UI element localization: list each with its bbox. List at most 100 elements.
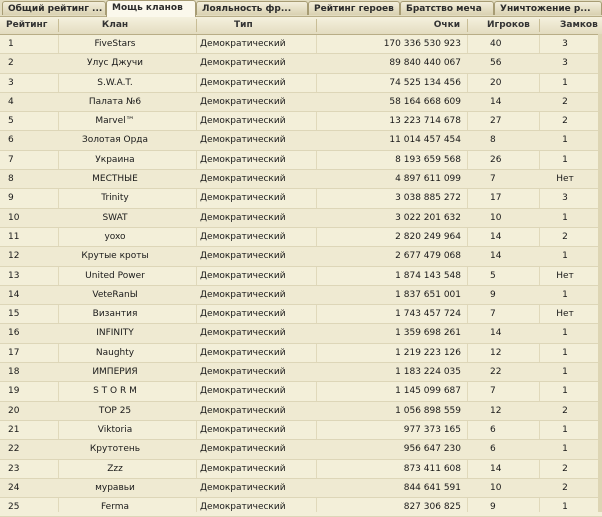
column-header-clan[interactable]: Клан [60,17,170,34]
table-row[interactable]: 16 INFINITY Демократический 1 359 698 261 14… [0,324,602,344]
clan-type-cell: Демократический [200,502,286,513]
clan-name-cell: Крутые кроты [81,251,149,262]
table-row[interactable]: 4 Палата №6 Демократический 58 164 668 609 1… [0,92,602,113]
points-cell: 2 677 479 068 [395,251,461,262]
column-header-players[interactable]: Игроков [487,17,530,34]
clan-type-cell: Демократический [200,463,286,474]
table-header: Рейтинг Клан Тип Очки Игроков Замков [0,17,602,35]
rank-cell: 22 [8,444,20,455]
table-row[interactable]: 20 TOP 25 Демократический 1 056 898 559 12 2 [0,401,602,421]
players-cell: 9 [490,289,496,300]
tab-loyalty[interactable]: Лояльность фр... [196,1,308,15]
table-row[interactable]: 17 Naughty Демократический 1 219 223 126 12 1 [0,344,602,364]
table-row[interactable]: 10 SWAT Демократический 3 022 201 632 10 1 [0,208,602,228]
rank-cell: 15 [8,309,20,320]
rank-cell: 23 [8,463,20,474]
players-cell: 17 [490,193,502,204]
points-cell: 13 223 714 678 [389,116,461,127]
rank-cell: 12 [8,251,20,262]
players-cell: 27 [490,116,502,127]
clan-name-cell: S.W.A.T. [97,77,133,88]
clan-name-cell: Zzz [107,463,123,474]
table-row[interactable]: 19 S T O R M Демократический 1 145 099 687 7… [0,382,602,402]
table-row[interactable]: 24 муравьи Демократический 844 641 591 10 2 [0,478,602,499]
rank-cell: 21 [8,424,20,435]
castles-cell: Нет [556,270,574,281]
column-header-castles[interactable]: Замков [560,17,598,34]
column-header-rank[interactable]: Рейтинг [6,17,47,34]
clan-type-cell: Демократический [200,270,286,281]
table-row[interactable]: 21 Viktoria Демократический 977 373 165 6 1 [0,421,602,441]
table-row[interactable]: 25 Ferma Демократический 827 306 825 9 1 [0,498,602,517]
table-row[interactable]: 1 FiveStars Демократический 170 336 530 923… [0,35,602,55]
castles-cell: 2 [562,463,568,474]
table-row[interactable]: 13 United Power Демократический 1 874 143 5… [0,267,602,286]
points-cell: 1 874 143 548 [395,270,461,281]
tab-destruction[interactable]: Уничтожение р... [494,1,602,15]
tab-clan-power[interactable]: Мощь кланов [106,0,196,17]
rank-cell: 13 [8,270,20,281]
table-row[interactable]: 23 Zzz Демократический 873 411 608 14 2 [0,460,602,479]
points-cell: 1 743 457 724 [395,309,461,320]
players-cell: 22 [490,367,502,378]
rank-cell: 14 [8,289,20,300]
castles-cell: 1 [562,251,568,262]
clan-type-cell: Демократический [200,405,286,416]
castles-cell: 2 [562,96,568,107]
clan-name-cell: TOP 25 [98,405,132,416]
castles-cell: 1 [562,367,568,378]
clan-name-cell: VeteRanЫ [92,289,138,300]
clan-type-cell: Демократический [200,135,286,146]
column-header-points[interactable]: Очки [434,17,460,34]
castles-cell: Нет [556,174,574,185]
clan-name-cell: Палата №6 [88,96,142,107]
castles-cell: 3 [562,39,568,49]
table-row[interactable]: 5 Marvel™ Демократический 13 223 714 678 27 2 [0,112,602,132]
points-cell: 1 145 099 687 [395,386,461,397]
table-row[interactable]: 15 Византия Демократический 1 743 457 724 7 Н… [0,305,602,325]
points-cell: 2 820 249 964 [395,231,461,242]
table-row[interactable]: 12 Крутые кроты Демократический 2 677 479 0… [0,247,602,267]
castles-cell: 1 [562,444,568,455]
column-header-type[interactable]: Тип [234,17,253,34]
table-row[interactable]: 3 S.W.A.T. Демократический 74 525 134 456 20… [0,74,602,93]
tab-general-rating[interactable]: Общий рейтинг ... [2,1,106,15]
table-row[interactable]: 14 VeteRanЫ Демократический 1 837 651 001 9 1 [0,285,602,306]
table-row[interactable]: 7 Украина Демократический 8 193 659 568 26 1 [0,151,602,171]
rank-cell: 18 [8,367,20,378]
castles-cell: 3 [562,193,568,204]
points-cell: 1 056 898 559 [395,405,461,416]
points-cell: 977 373 165 [403,424,461,435]
tab-sword-brotherhood[interactable]: Братство меча [400,1,494,15]
tab-hero-rating[interactable]: Рейтинг героев [308,1,400,15]
points-cell: 1 219 223 126 [395,347,461,358]
castles-cell: Нет [556,309,574,320]
table-row[interactable]: 11 yoxo Демократический 2 820 249 964 14 2 [0,228,602,248]
clan-name-cell: FiveStars [94,39,136,49]
castles-cell: 1 [562,347,568,358]
table-row[interactable]: 18 ИМПЕРИЯ Демократический 1 183 224 035 22 1 [0,363,602,383]
players-cell: 9 [490,502,496,513]
clan-name-cell: yoxo [104,231,126,242]
tab-bar: Общий рейтинг ... Мощь кланов Лояльность… [0,0,602,17]
vertical-scrollbar[interactable] [598,34,602,512]
points-cell: 11 014 457 454 [389,135,461,146]
players-cell: 20 [490,77,502,88]
clan-type-cell: Демократический [200,154,286,165]
table-row[interactable]: 22 Крутотень Демократический 956 647 230 6 1 [0,440,602,460]
clan-name-cell: SWAT [102,212,128,223]
clan-type-cell: Демократический [200,482,286,493]
table-row[interactable]: 9 Trinity Демократический 3 038 885 272 17 3 [0,189,602,209]
table-row[interactable]: 8 МЕСТНЫЕ Демократический 4 897 611 099 7 Нет [0,170,602,190]
players-cell: 12 [490,405,502,416]
clan-type-cell: Демократический [200,39,286,49]
clan-type-cell: Демократический [200,96,286,107]
table-row[interactable]: 2 Улус Джучи Демократический 89 840 440 067… [0,54,602,74]
clan-name-cell: Trinity [101,193,129,204]
points-cell: 827 306 825 [403,502,461,513]
clan-name-cell: ИМПЕРИЯ [92,367,138,378]
points-cell: 3 038 885 272 [395,193,461,204]
clan-name-cell: муравьи [95,482,135,493]
rank-cell: 17 [8,347,20,358]
table-row[interactable]: 6 Золотая Орда Демократический 11 014 457 4… [0,131,602,151]
